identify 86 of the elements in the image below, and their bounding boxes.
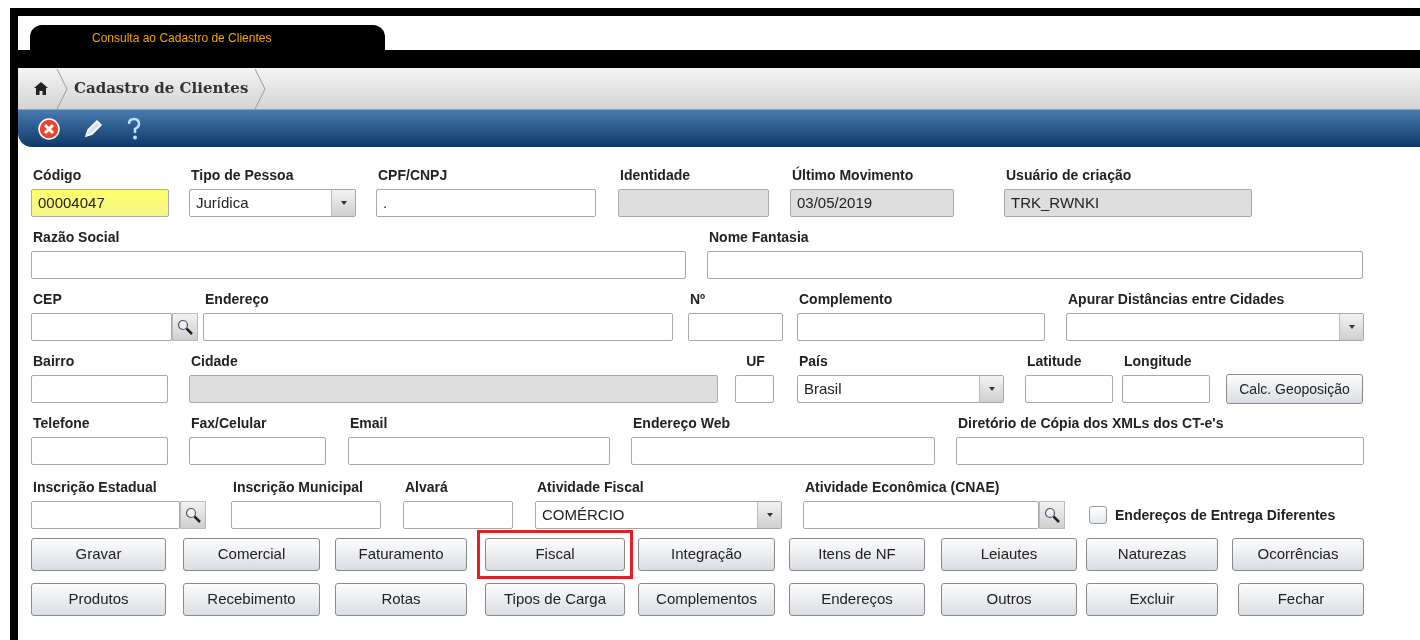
- field-label: UF: [745, 353, 766, 369]
- input-field[interactable]: [631, 437, 935, 465]
- field-label: Complemento: [798, 291, 894, 307]
- action-button[interactable]: Itens de NF: [789, 538, 925, 571]
- action-button[interactable]: Endereços: [789, 583, 925, 616]
- input-field[interactable]: [1025, 375, 1113, 403]
- action-button[interactable]: Comercial: [183, 538, 320, 571]
- field-label: Código: [32, 167, 83, 183]
- field-label: CPF/CNPJ: [377, 167, 449, 183]
- action-button[interactable]: Recebimento: [183, 583, 320, 616]
- field-label: Telefone: [32, 415, 91, 431]
- field-label: Usuário de criação: [1005, 167, 1133, 183]
- action-button[interactable]: Fechar: [1238, 583, 1364, 616]
- action-button[interactable]: Naturezas: [1086, 538, 1218, 571]
- input-field[interactable]: [688, 313, 783, 341]
- window-tab[interactable]: Consulta ao Cadastro de Clientes: [30, 25, 385, 50]
- search-icon[interactable]: [1039, 501, 1065, 529]
- input-field[interactable]: [31, 251, 686, 279]
- dropdown[interactable]: [1066, 313, 1364, 341]
- search-icon[interactable]: [180, 501, 206, 529]
- field-label: Último Movimento: [791, 167, 915, 183]
- input-field[interactable]: [31, 375, 168, 403]
- input-field: TRK_RWNKI: [1004, 189, 1252, 217]
- input-field[interactable]: [31, 313, 172, 341]
- input-field[interactable]: [348, 437, 610, 465]
- field-label: Endereço: [204, 291, 270, 307]
- input-field[interactable]: [189, 437, 326, 465]
- field-label: Bairro: [32, 353, 76, 369]
- field-label: Nº: [689, 291, 707, 307]
- search-icon[interactable]: [172, 313, 198, 341]
- field-label: Alvará: [404, 479, 449, 495]
- field-label: País: [798, 353, 829, 369]
- input-field[interactable]: [707, 251, 1363, 279]
- action-button[interactable]: Gravar: [31, 538, 166, 571]
- field-label: Razão Social: [32, 229, 121, 245]
- field-label: Fax/Celular: [190, 415, 268, 431]
- pencil-icon[interactable]: [82, 117, 104, 140]
- field-label: Inscrição Estadual: [32, 479, 158, 495]
- input-field: 03/05/2019: [790, 189, 954, 217]
- action-button[interactable]: Faturamento: [335, 538, 467, 571]
- field-label: Nome Fantasia: [708, 229, 810, 245]
- help-icon[interactable]: [126, 116, 142, 141]
- field-label: Identidade: [619, 167, 691, 183]
- dropdown[interactable]: Brasil: [797, 375, 1004, 403]
- home-icon[interactable]: [34, 82, 48, 95]
- action-button[interactable]: Integração: [638, 538, 775, 571]
- close-icon[interactable]: [38, 117, 60, 140]
- breadcrumb-item[interactable]: Cadastro de Clientes: [68, 77, 255, 100]
- field-label: Atividade Fiscal: [536, 479, 645, 495]
- input-field[interactable]: [231, 501, 381, 529]
- calc-geoposition-button[interactable]: Calc. Geoposição: [1226, 374, 1363, 404]
- action-button[interactable]: Ocorrências: [1232, 538, 1364, 571]
- field-label: Tipo de Pessoa: [190, 167, 295, 183]
- field-label: Apurar Distâncias entre Cidades: [1067, 291, 1286, 307]
- dropdown[interactable]: Jurídica: [189, 189, 356, 217]
- action-button[interactable]: Outros: [941, 583, 1077, 616]
- action-button[interactable]: Rotas: [335, 583, 467, 616]
- field-label: CEP: [32, 291, 63, 307]
- checkbox[interactable]: [1089, 506, 1107, 524]
- field-label: Diretório de Cópia dos XMLs dos CT-e's: [957, 415, 1225, 431]
- action-button[interactable]: Excluir: [1086, 583, 1218, 616]
- input-field[interactable]: [956, 437, 1364, 465]
- action-button[interactable]: Fiscal: [485, 538, 625, 571]
- action-button[interactable]: Complementos: [638, 583, 775, 616]
- field-label: Latitude: [1026, 353, 1083, 369]
- checkbox-label: Endereços de Entrega Diferentes: [1115, 505, 1336, 525]
- action-button[interactable]: Tipos de Carga: [485, 583, 625, 616]
- input-field[interactable]: [803, 501, 1039, 529]
- input-field[interactable]: [203, 313, 673, 341]
- field-label: Atividade Econômica (CNAE): [804, 479, 1001, 495]
- input-field[interactable]: [31, 501, 180, 529]
- field-label: Longitude: [1123, 353, 1193, 369]
- input-field[interactable]: [403, 501, 513, 529]
- input-field[interactable]: [1122, 375, 1210, 403]
- field-label: Endereço Web: [632, 415, 731, 431]
- field-label: Email: [349, 415, 389, 431]
- field-label: Inscrição Municipal: [232, 479, 364, 495]
- field-label: Cidade: [190, 353, 239, 369]
- input-field[interactable]: .: [376, 189, 596, 217]
- input-field[interactable]: [797, 313, 1045, 341]
- input-field[interactable]: [735, 375, 774, 403]
- action-button[interactable]: Leiautes: [941, 538, 1077, 571]
- input-field[interactable]: [31, 437, 168, 465]
- action-button[interactable]: Produtos: [31, 583, 166, 616]
- input-field[interactable]: 00004047: [31, 189, 169, 217]
- dropdown[interactable]: COMÉRCIO: [535, 501, 782, 529]
